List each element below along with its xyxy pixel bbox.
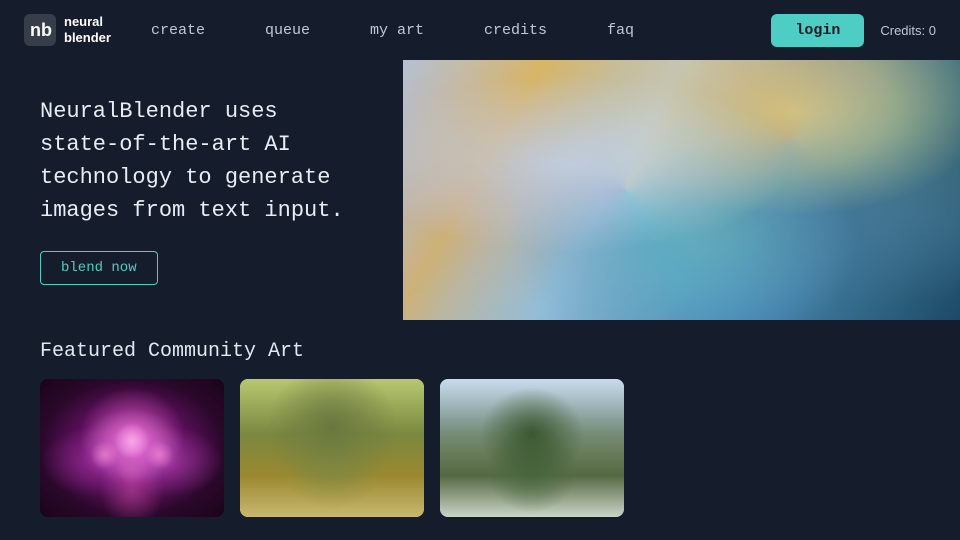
hero-title-line3: technology to generate	[40, 165, 330, 190]
hero-title: NeuralBlender uses state-of-the-art AI t…	[40, 95, 344, 227]
hero-title-line1: NeuralBlender uses	[40, 99, 278, 124]
art-card-1[interactable]	[40, 379, 224, 517]
featured-section: Featured Community Art	[0, 320, 960, 517]
login-button[interactable]: login	[771, 14, 864, 47]
nav-links: create queue my art credits faq	[151, 22, 771, 39]
nav-link-credits[interactable]: credits	[484, 22, 547, 39]
hero-section: NeuralBlender uses state-of-the-art AI t…	[0, 60, 960, 320]
hero-title-line2: state-of-the-art AI	[40, 132, 291, 157]
hero-content: NeuralBlender uses state-of-the-art AI t…	[0, 95, 344, 285]
nav-link-queue[interactable]: queue	[265, 22, 310, 39]
art-grid	[40, 379, 920, 517]
nav-link-faq[interactable]: faq	[607, 22, 634, 39]
blend-now-button[interactable]: blend now	[40, 251, 158, 285]
credits-display: Credits: 0	[880, 23, 936, 38]
art-card-2[interactable]	[240, 379, 424, 517]
nav-right: login Credits: 0	[771, 14, 936, 47]
svg-text:nb: nb	[30, 20, 52, 40]
nav-link-my-art[interactable]: my art	[370, 22, 424, 39]
hero-background	[403, 60, 960, 320]
logo-text: neural blender	[64, 14, 111, 45]
hero-bg-swirl	[403, 60, 960, 320]
nav-link-create[interactable]: create	[151, 22, 205, 39]
hero-title-line4: images from text input.	[40, 198, 344, 223]
logo-area[interactable]: nb neural blender	[24, 14, 111, 46]
art-card-3[interactable]	[440, 379, 624, 517]
navbar: nb neural blender create queue my art cr…	[0, 0, 960, 60]
featured-title: Featured Community Art	[40, 340, 920, 363]
logo-icon: nb	[24, 14, 56, 46]
